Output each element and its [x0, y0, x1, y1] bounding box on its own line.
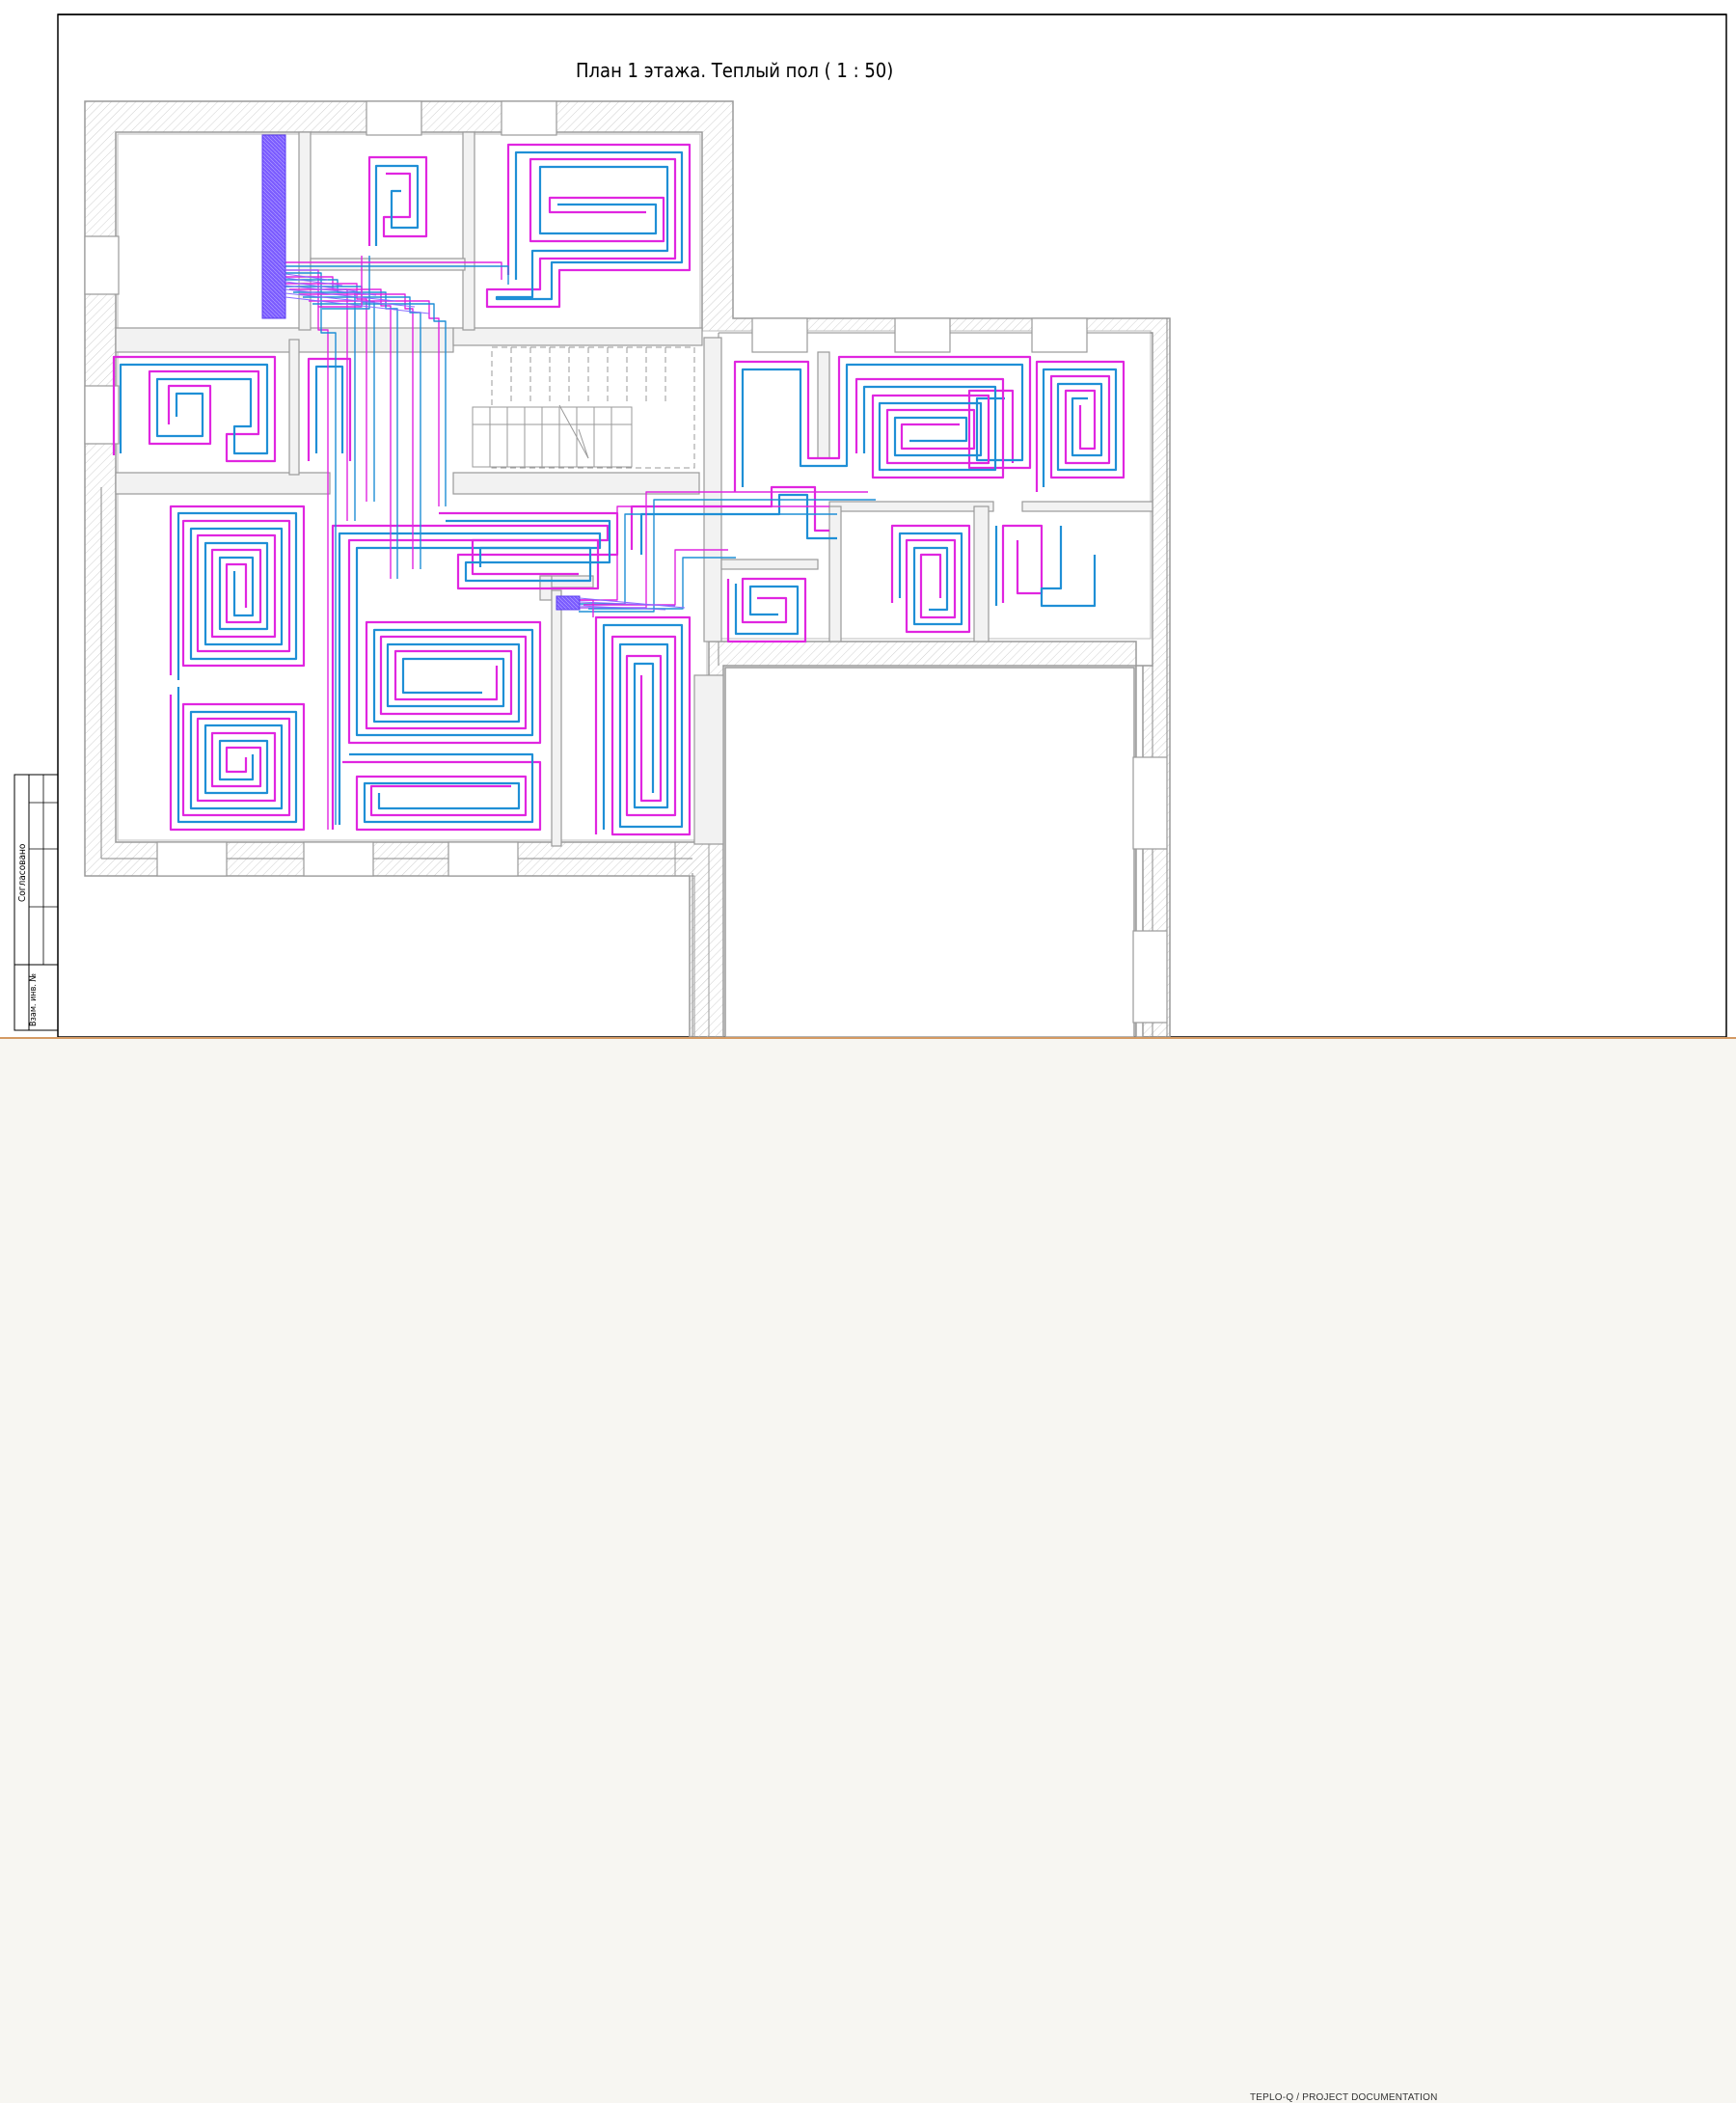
drawing-sheet: Согласовано Взам. инв. № План 1 этажа. Т… — [0, 0, 1736, 1038]
manifold-top — [261, 134, 286, 319]
drawing-title: План 1 этажа. Теплый пол ( 1 : 50) — [576, 59, 893, 82]
side-stamp: Согласовано Взам. инв. № — [14, 774, 59, 1031]
stamp-inv-text: Взам. инв. № — [29, 972, 39, 1026]
footer-label: TEPLO-Q / PROJECT DOCUMENTATION — [1250, 2092, 1438, 2103]
stamp-agreed-text: Согласовано — [17, 843, 28, 902]
floor-plan: Согласовано Взам. инв. № План 1 этажа. Т… — [14, 14, 1727, 1038]
page-footer: TEPLO-Q / PROJECT DOCUMENTATION — [0, 1039, 1736, 2103]
manifold-middle — [556, 595, 581, 611]
